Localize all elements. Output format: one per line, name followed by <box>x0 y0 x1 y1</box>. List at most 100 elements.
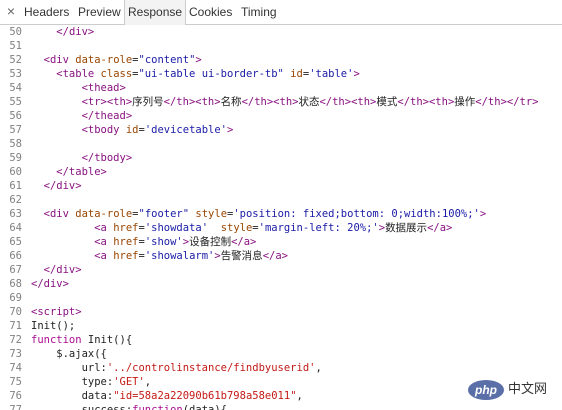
code-token: 告警消息 <box>220 250 263 262</box>
code-token: 数据展示 <box>385 222 428 234</box>
code-token: > <box>353 68 360 80</box>
code-line: 54 <thead> <box>0 81 562 95</box>
code-line: 69 <box>0 291 562 305</box>
code-token: div <box>68 26 88 38</box>
line-number: 67 <box>9 264 22 276</box>
code-line: 58 <box>0 137 562 151</box>
line-number: 66 <box>9 250 22 262</box>
code-token: </table> <box>31 166 107 178</box>
code-token: '../controlinstance/findbyuserid' <box>106 362 316 374</box>
code-token: </div> <box>31 180 82 192</box>
code-token: 'GET' <box>113 376 145 388</box>
code-text: data:"id=58a2a22090b61b798a58e011", <box>31 389 303 403</box>
line-number: 59 <box>9 152 22 164</box>
code-token: data-role <box>75 208 133 220</box>
code-text: <a href='show'>设备控制</a> <box>31 235 256 249</box>
code-text: type:'GET', <box>31 375 152 389</box>
code-token: 序列号 <box>132 96 164 108</box>
code-token: url: <box>31 362 107 374</box>
code-token: <tbody <box>31 124 126 136</box>
code-text: <tr><th>序列号</th><th>名称</th><th>状态</th><t… <box>31 95 539 109</box>
code-token: "content" <box>138 54 196 66</box>
code-token: > <box>87 26 95 38</box>
code-token: </a> <box>231 236 257 248</box>
code-token: "ui-table ui-border-tb" <box>138 68 284 80</box>
code-line: 61 </div> <box>0 179 562 193</box>
code-token: > <box>479 208 487 220</box>
code-token: 'position: fixed;bottom: 0;width:100%;' <box>233 208 480 220</box>
code-token: </th><th> <box>241 96 299 108</box>
code-line: 52 <div data-role="content"> <box>0 53 562 67</box>
code-line: 72 function Init(){ <box>0 333 562 347</box>
code-token: 'showalarm' <box>144 250 215 262</box>
code-token: style <box>195 208 228 220</box>
code-token: , <box>315 362 322 374</box>
devtools-tabbar: × Headers Preview Response Cookies Timin… <box>0 0 562 25</box>
code-token: function <box>31 334 82 346</box>
code-text: </thead> <box>31 109 133 123</box>
code-token: </tbody> <box>31 152 133 164</box>
line-number: 76 <box>9 390 22 402</box>
code-token: , <box>296 390 303 402</box>
code-text: Init(); <box>31 319 75 333</box>
line-number: 54 <box>9 82 22 94</box>
code-token: Init(); <box>31 320 76 332</box>
code-line: 65 <a href='show'>设备控制</a> <box>0 235 562 249</box>
line-number: 58 <box>9 138 22 150</box>
code-token: style <box>220 222 253 234</box>
line-number: 72 <box>9 334 22 346</box>
code-line: 77 success:function(data){ <box>0 403 562 410</box>
code-text: function Init(){ <box>31 333 132 347</box>
code-token: </div> <box>31 278 69 290</box>
code-text: <tbody id='devicetable'> <box>31 123 234 137</box>
line-number: 73 <box>9 348 22 360</box>
tab-response[interactable]: Response <box>124 0 187 25</box>
code-token: "id=58a2a22090b61b798a58e011" <box>113 390 297 402</box>
code-token: 名称 <box>220 96 242 108</box>
code-line: 70 <script> <box>0 305 562 319</box>
line-number: 65 <box>9 236 22 248</box>
code-token: 'showdata' <box>144 222 209 234</box>
code-token: 设备控制 <box>189 236 232 248</box>
code-token: </a> <box>427 222 453 234</box>
code-token: href <box>113 250 139 262</box>
code-token: <a <box>31 222 114 234</box>
code-text: success:function(data){ <box>31 403 227 410</box>
code-token: <a <box>31 250 114 262</box>
code-text: <thead> <box>31 81 126 95</box>
line-number: 55 <box>9 96 22 108</box>
code-line: 62 <box>0 193 562 207</box>
code-token: <div <box>31 208 76 220</box>
tab-headers[interactable]: Headers <box>21 0 72 24</box>
tab-cookies[interactable]: Cookies <box>186 0 235 24</box>
code-text: <a href='showalarm'>告警消息</a> <box>31 249 288 263</box>
code-line: 51 <box>0 39 562 53</box>
code-token: type: <box>31 376 114 388</box>
code-text: <div data-role="content"> <box>31 53 202 67</box>
code-line: 59 </tbody> <box>0 151 562 165</box>
response-code-view[interactable]: 50 </div> 51 52 <div data-role="content"> 5… <box>0 25 562 410</box>
watermark-text: 中文网 <box>508 382 548 397</box>
tab-timing[interactable]: Timing <box>238 0 280 24</box>
code-line: 71 Init(); <box>0 319 562 333</box>
code-text: $.ajax({ <box>31 347 107 361</box>
php-logo: php <box>468 380 504 400</box>
code-line: 50 </div> <box>0 25 562 39</box>
code-token: data: <box>31 390 114 402</box>
code-line: 63 <div data-role="footer" style='positi… <box>0 207 562 221</box>
line-number: 77 <box>9 404 22 410</box>
tab-preview[interactable]: Preview <box>75 0 124 24</box>
line-number: 52 <box>9 54 22 66</box>
close-icon[interactable]: × <box>3 3 19 19</box>
line-number: 71 <box>9 320 22 332</box>
code-token: 状态 <box>298 96 320 108</box>
line-number: 68 <box>9 278 22 290</box>
code-line: 60 </table> <box>0 165 562 179</box>
code-token: $.ajax({ <box>31 348 107 360</box>
line-number: 50 <box>9 26 22 38</box>
code-token: href <box>113 222 139 234</box>
line-number: 53 <box>9 68 22 80</box>
code-text: </table> <box>31 165 107 179</box>
line-number: 61 <box>9 180 22 192</box>
